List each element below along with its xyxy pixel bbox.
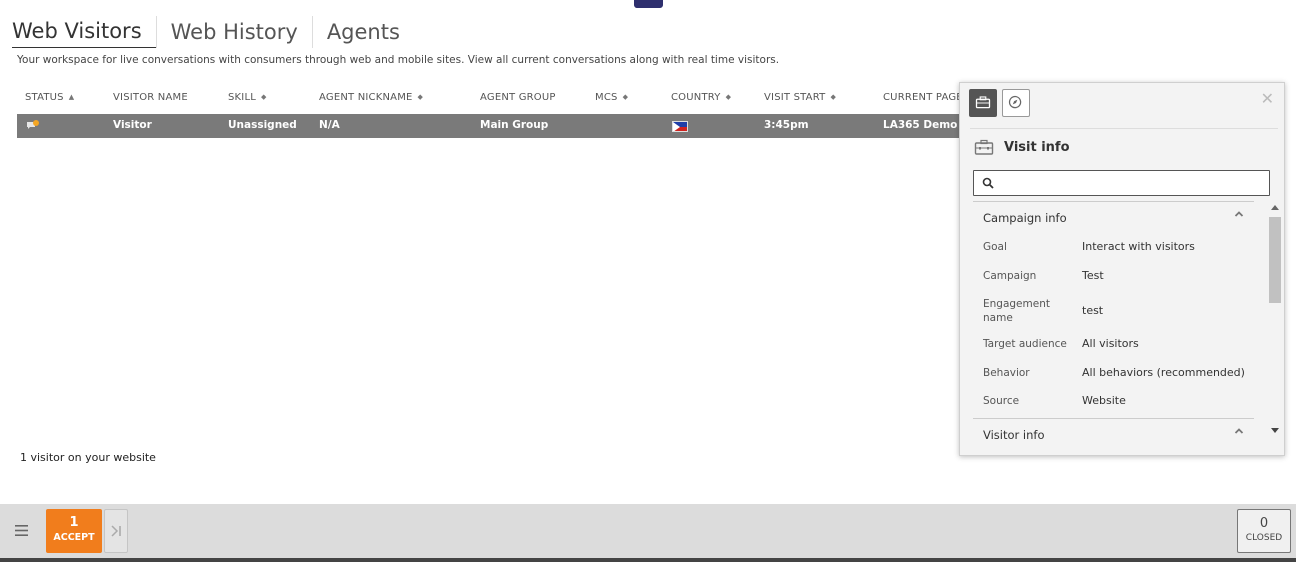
kv-value-target-audience: All visitors — [1082, 337, 1139, 350]
tab-agents[interactable]: Agents — [311, 16, 414, 48]
sort-asc-icon: ▲ — [68, 93, 75, 101]
page-subtitle: Your workspace for live conversations wi… — [17, 54, 780, 66]
top-drawer-handle[interactable] — [634, 0, 663, 8]
accept-count: 1 — [69, 515, 79, 530]
column-header-agent-group[interactable]: AGENT GROUP — [480, 92, 556, 103]
chat-bubble-icon — [27, 120, 39, 129]
accept-button[interactable]: 1 ACCEPT — [46, 509, 102, 553]
panel-tab-navigation[interactable] — [1002, 89, 1030, 117]
column-header-visitor-name[interactable]: VISITOR NAME — [113, 92, 188, 103]
panel-title: Visit info — [1004, 140, 1070, 155]
chevron-up-icon — [1234, 211, 1244, 217]
column-header-country[interactable]: COUNTRY ◆ — [671, 92, 731, 103]
close-icon[interactable]: ✕ — [1261, 89, 1274, 108]
kv-key-goal: Goal — [983, 241, 1007, 253]
kv-key-target-audience: Target audience — [983, 338, 1067, 350]
sort-icon: ◆ — [622, 93, 629, 101]
section-visitor-info[interactable]: Visitor info — [973, 418, 1254, 448]
column-header-status[interactable]: STATUS ▲ — [25, 92, 74, 103]
kv-key-campaign: Campaign — [983, 270, 1037, 282]
search-input[interactable] — [1000, 174, 1260, 192]
tab-web-history[interactable]: Web History — [155, 16, 312, 48]
divider — [970, 128, 1278, 129]
kv-value-goal: Interact with visitors — [1082, 240, 1195, 253]
visit-info-panel: ✕ Visit info Campaign info Goal Interact… — [959, 82, 1285, 456]
panel-tab-visit-info[interactable] — [969, 89, 997, 117]
search-icon — [982, 177, 994, 189]
sort-icon: ◆ — [725, 93, 732, 101]
panel-content-list: Campaign info Goal Interact with visitor… — [973, 201, 1254, 453]
panel-search-field[interactable] — [973, 170, 1270, 196]
visitor-count: 1 visitor on your website — [20, 451, 156, 464]
scrollbar-thumb[interactable] — [1269, 217, 1281, 303]
column-header-visit-start[interactable]: VISIT START ◆ — [764, 92, 836, 103]
column-header-current-page[interactable]: CURRENT PAGE — [883, 92, 963, 103]
cell-agent-nickname: N/A — [319, 119, 340, 131]
cell-agent-group: Main Group — [480, 119, 549, 131]
sort-icon: ◆ — [261, 93, 267, 101]
kv-value-source: Website — [1082, 394, 1126, 407]
scroll-up-arrow-icon[interactable] — [1271, 205, 1279, 210]
kv-value-campaign: Test — [1082, 269, 1104, 282]
closed-label: CLOSED — [1245, 533, 1283, 543]
closed-count: 0 — [1259, 516, 1269, 531]
section-campaign-info[interactable]: Campaign info — [973, 201, 1254, 231]
skip-next-button[interactable] — [104, 509, 128, 553]
sort-icon: ◆ — [417, 93, 424, 101]
table-header: STATUS ▲ VISITOR NAME SKILL ◆ AGENT NICKNA… — [17, 90, 1017, 108]
kv-value-engagement-name: test — [1082, 304, 1104, 317]
taskbar-strip — [0, 558, 1296, 562]
briefcase-icon — [975, 96, 991, 109]
kv-key-behavior: Behavior — [983, 367, 1030, 379]
closed-button[interactable]: 0 CLOSED — [1237, 509, 1291, 553]
table-row[interactable]: Visitor Unassigned N/A Main Group 3:45pm… — [17, 114, 987, 138]
philippines-flag-icon — [672, 121, 688, 132]
skip-next-icon — [111, 525, 121, 537]
column-header-skill[interactable]: SKILL ◆ — [228, 92, 267, 103]
kv-key-engagement-name: Engagement name — [983, 298, 1050, 324]
section-label: Visitor info — [983, 428, 1045, 442]
kv-key-source: Source — [983, 395, 1020, 407]
section-label: Campaign info — [983, 211, 1067, 225]
briefcase-icon — [974, 139, 994, 155]
chevron-up-icon — [1234, 428, 1244, 434]
panel-scrollbar[interactable] — [1268, 203, 1282, 443]
cell-visitor-name: Visitor — [113, 119, 152, 131]
cell-visit-start: 3:45pm — [764, 119, 809, 131]
tab-web-visitors[interactable]: Web Visitors — [12, 15, 156, 48]
column-header-mcs[interactable]: MCS ◆ — [595, 92, 628, 103]
scroll-down-arrow-icon[interactable] — [1271, 428, 1279, 433]
sort-icon: ◆ — [830, 93, 837, 101]
cell-skill: Unassigned — [228, 119, 297, 131]
bottom-bar: 1 ACCEPT 0 CLOSED — [0, 504, 1296, 558]
main-tabs: Web Visitors Web History Agents — [12, 14, 414, 48]
hamburger-menu-icon[interactable] — [15, 524, 28, 537]
compass-icon — [1008, 95, 1022, 109]
accept-label: ACCEPT — [53, 532, 95, 543]
column-header-agent-nickname[interactable]: AGENT NICKNAME ◆ — [319, 92, 423, 103]
kv-value-behavior: All behaviors (recommended) — [1082, 366, 1245, 379]
